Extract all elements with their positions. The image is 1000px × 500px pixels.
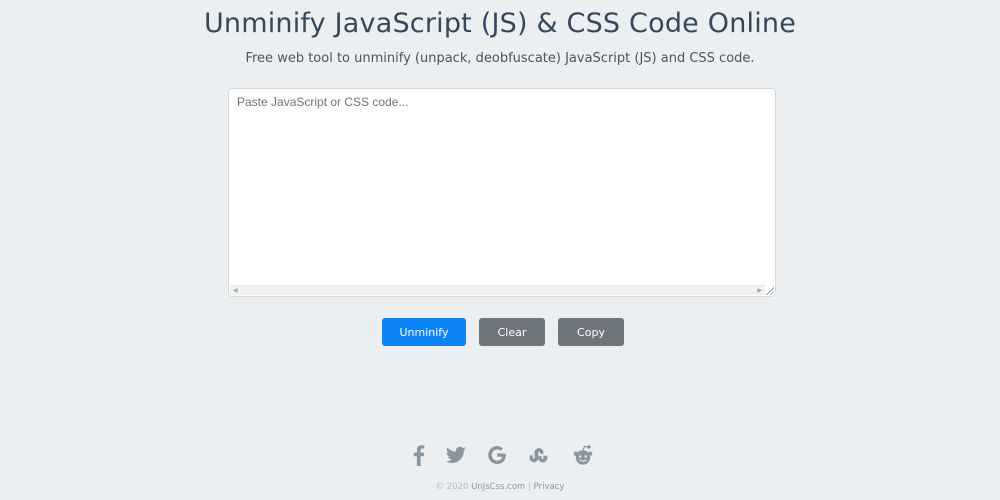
- google-icon[interactable]: [484, 442, 510, 468]
- copyright-text: © 2020: [435, 482, 469, 492]
- footer-separator: |: [528, 482, 531, 492]
- clear-button[interactable]: Clear: [479, 318, 545, 346]
- facebook-icon[interactable]: [406, 442, 432, 468]
- privacy-link[interactable]: Privacy: [534, 482, 565, 492]
- code-editor-container: ◀ ▶: [228, 88, 776, 297]
- page-subtitle: Free web tool to unminify (unpack, deobf…: [245, 51, 755, 66]
- horizontal-scrollbar[interactable]: ◀ ▶: [230, 285, 765, 295]
- site-link[interactable]: UnJsCss.com: [471, 482, 525, 492]
- twitter-icon[interactable]: [443, 442, 469, 468]
- stumbleupon-icon[interactable]: [526, 442, 552, 468]
- reddit-icon[interactable]: [570, 442, 596, 468]
- copy-button[interactable]: Copy: [558, 318, 624, 346]
- code-input[interactable]: [229, 89, 775, 287]
- resize-handle-icon[interactable]: [765, 286, 774, 295]
- footer: © 2020 UnJsCss.com | Privacy: [0, 482, 1000, 492]
- scroll-left-icon[interactable]: ◀: [233, 287, 238, 294]
- social-share-bar: [0, 442, 1000, 468]
- scroll-right-icon[interactable]: ▶: [757, 287, 762, 294]
- page-title: Unminify JavaScript (JS) & CSS Code Onli…: [203, 8, 797, 39]
- unminify-button[interactable]: Unminify: [382, 318, 466, 346]
